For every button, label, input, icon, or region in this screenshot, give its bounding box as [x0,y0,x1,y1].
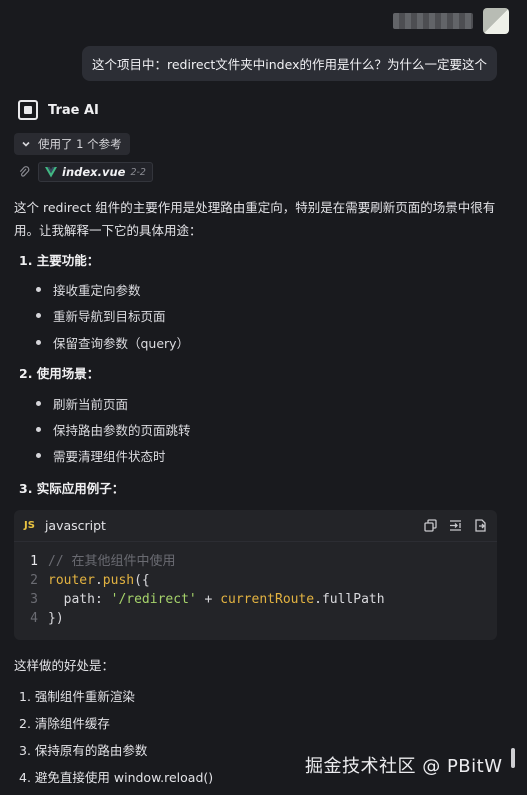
code-token: + [196,592,221,607]
reference-file-range: 2-2 [130,166,146,178]
code-line: 1 // 在其他组件中使用 [14,552,497,571]
code-comment: // 在其他组件中使用 [48,554,176,569]
intro-paragraph: 这个 redirect 组件的主要作用是处理路由重定向，特别是在需要刷新页面的场… [14,200,496,238]
summary-text: 这样做的好处是： [14,658,115,673]
ordered-list-item: 3. 保持原有的路由参数 [19,743,148,758]
list-item: 需要清理组件状态时 [36,446,166,465]
vue-icon [45,166,57,177]
reference-file-row: index.vue 2-2 [18,162,153,182]
bullet-dot [36,313,41,318]
code-block-header: JS javascript [14,510,497,542]
ai-name: Trae AI [48,102,99,118]
section-heading: 1. 主要功能： [19,253,100,268]
list-item: 接收重定向参数 [36,280,141,299]
ordered-list-item: 1. 强制组件重新渲染 [19,689,135,704]
code-language: javascript [44,518,106,533]
line-number: 2 [30,573,38,588]
bullet-dot [36,453,41,458]
user-name-blurred [393,13,473,29]
code-token: ({ [134,573,150,588]
ai-header: Trae AI [18,100,99,120]
list-item: 保留查询参数（query） [36,333,189,352]
list-item-text: 保持路由参数的页面跳转 [53,423,191,438]
apply-icon[interactable] [474,519,487,532]
section-heading: 2. 使用场景： [19,366,100,381]
line-number: 3 [30,592,38,607]
code-body[interactable]: 1 // 在其他组件中使用 2 router. push({ 3 path: '/… [14,542,497,628]
list-item-text: 保留查询参数（query） [53,336,190,351]
user-avatar [483,8,509,34]
user-message: 这个项目中：redirect文件夹中index的作用是什么？为什么一定要这个 [82,46,497,81]
code-token: . [94,573,103,588]
chevron-down-icon [22,141,30,147]
references-toggle[interactable]: 使用了 1 个参考 [14,133,130,155]
code-toolbar [424,519,487,532]
reference-file-name: index.vue [62,165,126,179]
code-token: }) [48,611,64,626]
code-token: .fullPath [314,592,385,607]
list-item-text: 刷新当前页面 [53,397,129,412]
copy-icon[interactable] [424,519,437,532]
code-block: JS javascript 1 // 在其他组件中使用 2 router . p… [14,510,497,640]
section-heading: 3. 实际应用例子： [19,481,125,496]
trae-logo-icon [18,100,38,120]
line-number: 4 [30,611,38,626]
list-item: 重新导航到目标页面 [36,306,166,325]
code-token: currentRoute [220,592,315,607]
ordered-list-item: 2. 清除组件缓存 [19,716,110,731]
bullet-dot [36,287,41,292]
code-token: router [48,573,95,588]
code-line: 3 path: '/redirect' + currentRoute .fullP… [14,590,497,609]
bullet-dot [36,401,41,406]
javascript-icon: JS [24,520,35,531]
code-string: '/redirect' [110,592,197,607]
list-item-text: 接收重定向参数 [53,283,141,298]
scrollbar[interactable] [511,748,515,768]
chat-panel: 这个项目中：redirect文件夹中index的作用是什么？为什么一定要这个 T… [0,0,527,795]
watermark: 掘金技术社区 @ PBitW [305,756,503,777]
user-row [393,8,509,34]
code-token: push [102,573,135,588]
code-line: 2 router. push({ [14,571,497,590]
paperclip-icon [19,166,30,177]
list-item-text: 重新导航到目标页面 [53,309,166,324]
insert-icon[interactable] [449,519,462,532]
list-item: 刷新当前页面 [36,394,128,413]
code-line: 4 }) [14,609,497,628]
bullet-dot [36,340,41,345]
reference-file-chip[interactable]: index.vue 2-2 [38,162,153,182]
list-item: 保持路由参数的页面跳转 [36,420,191,439]
list-item-text: 需要清理组件状态时 [53,449,166,464]
line-number: 1 [30,554,38,569]
ordered-list-item: 4. 避免直接使用 window.reload() [19,770,214,785]
bullet-dot [36,427,41,432]
code-token: path: [48,592,111,607]
references-toggle-label: 使用了 1 个参考 [38,137,122,151]
